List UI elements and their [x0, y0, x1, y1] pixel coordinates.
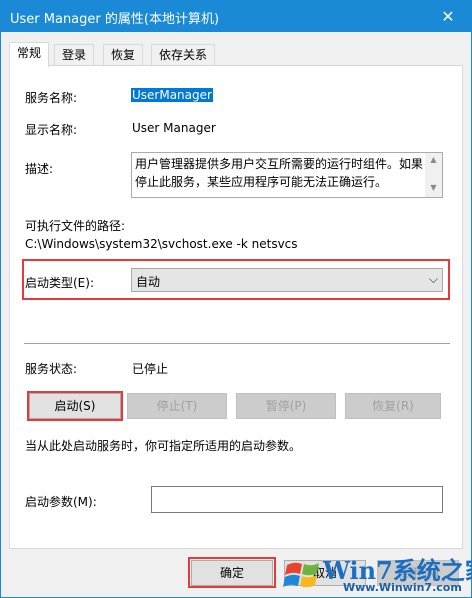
start-params-input[interactable] [151, 486, 443, 513]
pause-button[interactable]: 暂停(P) [236, 393, 336, 419]
separator [24, 343, 450, 344]
properties-dialog: User Manager 的属性(本地计算机) ✕ 常规 登录 恢复 依存关系 … [0, 0, 472, 598]
display-name-label: 显示名称: [25, 123, 78, 137]
service-name-label: 服务名称: [25, 91, 78, 105]
exe-path-label: 可执行文件的路径: [25, 219, 126, 233]
tab-logon[interactable]: 登录 [54, 44, 95, 66]
scroll-up-icon[interactable]: ▲ [425, 155, 442, 164]
startup-type-select[interactable]: 自动 ⌵ [131, 268, 443, 292]
description-scrollbar[interactable]: ▲ ▼ [425, 153, 442, 197]
general-panel: 服务名称: UserManager 显示名称: User Manager 描述:… [9, 65, 463, 549]
startup-type-value: 自动 [136, 275, 161, 289]
display-name-value[interactable]: User Manager [132, 121, 216, 135]
resume-button[interactable]: 恢复(R) [345, 393, 441, 419]
site-watermark: Win7系统之家 Www.Winwin7.com [283, 549, 472, 597]
scroll-down-icon[interactable]: ▼ [425, 183, 442, 192]
title-bar[interactable]: User Manager 的属性(本地计算机) ✕ [1, 1, 471, 32]
ok-button[interactable]: 确定 [191, 560, 273, 586]
chevron-down-icon: ⌵ [428, 272, 438, 286]
service-status-value: 已停止 [132, 362, 169, 376]
description-text: 用户管理器提供多用户交互所需要的运行时组件。如果停止此服务，某些应用程序可能无法… [135, 157, 424, 189]
start-button[interactable]: 启动(S) [29, 393, 121, 419]
watermark-url: Www.Winwin7.com [343, 581, 462, 594]
tab-general[interactable]: 常规 [9, 42, 50, 67]
tab-dependencies[interactable]: 依存关系 [151, 44, 216, 66]
close-icon[interactable]: ✕ [425, 1, 471, 32]
exe-path-value[interactable]: C:\Windows\system32\svchost.exe -k netsv… [25, 237, 298, 251]
window-title: User Manager 的属性(本地计算机) [10, 12, 220, 27]
description-label: 描述: [25, 162, 54, 176]
service-name-value[interactable]: UserManager [131, 88, 213, 102]
stop-button[interactable]: 停止(T) [127, 393, 227, 419]
start-hint: 当从此处启动服务时，你可指定所适用的启动参数。 [25, 439, 302, 453]
service-status-label: 服务状态: [25, 362, 78, 376]
tab-recovery[interactable]: 恢复 [103, 44, 144, 66]
startup-type-label: 启动类型(E): [25, 276, 94, 290]
windows-logo-icon [283, 562, 319, 588]
description-box[interactable]: 用户管理器提供多用户交互所需要的运行时组件。如果停止此服务，某些应用程序可能无法… [131, 152, 443, 198]
start-params-label: 启动参数(M): [25, 495, 97, 509]
